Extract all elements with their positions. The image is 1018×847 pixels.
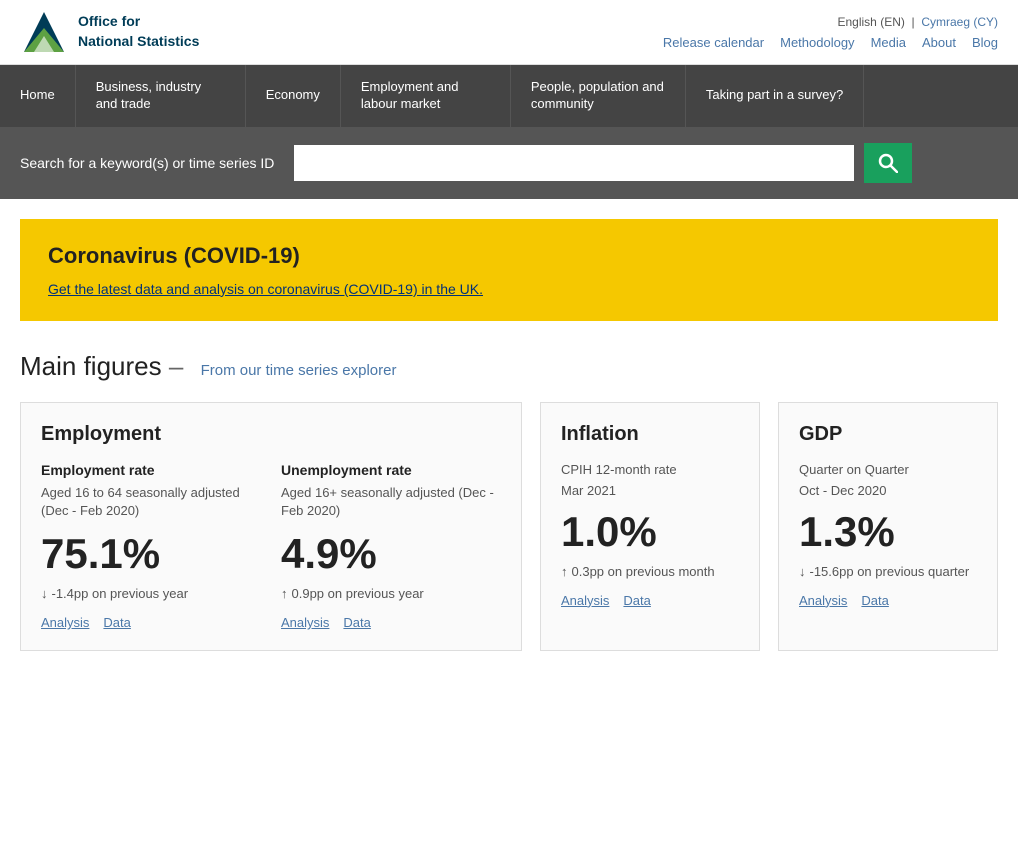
main-figures-section: Main figures – From our time series expl… xyxy=(0,341,1018,671)
language-switcher: English (EN) | Cymraeg (CY) xyxy=(663,15,998,29)
nav-item-people[interactable]: People, population and community xyxy=(511,65,686,127)
ons-logo-icon xyxy=(20,8,68,56)
search-input-wrap xyxy=(294,145,854,181)
covid-title: Coronavirus (COVID-19) xyxy=(48,243,970,269)
covid-banner: Coronavirus (COVID-19) Get the latest da… xyxy=(20,219,998,321)
inflation-arrow: ↑ xyxy=(561,564,568,579)
unemployment-rate-change: ↑ 0.9pp on previous year xyxy=(281,586,501,601)
nav-item-survey[interactable]: Taking part in a survey? xyxy=(686,65,864,127)
logo-text: Office for National Statistics xyxy=(78,12,199,51)
gdp-value: 1.3% xyxy=(799,508,977,556)
employment-rate-links: Analysis Data xyxy=(41,615,261,630)
nav-item-employment[interactable]: Employment and labour market xyxy=(341,65,511,127)
inflation-value: 1.0% xyxy=(561,508,739,556)
inflation-change-text: 0.3pp on previous month xyxy=(572,564,715,579)
employment-rate-desc: Aged 16 to 64 seasonally adjusted (Dec -… xyxy=(41,484,261,520)
employment-rate-arrow: ↓ xyxy=(41,586,48,601)
utility-nav: Release calendar Methodology Media About… xyxy=(663,35,998,50)
employment-cols: Employment rate Aged 16 to 64 seasonally… xyxy=(41,462,501,630)
inflation-card: Inflation CPIH 12-month rate Mar 2021 1.… xyxy=(540,402,760,651)
gdp-analysis-link[interactable]: Analysis xyxy=(799,593,847,608)
top-header: Office for National Statistics English (… xyxy=(0,0,1018,65)
gdp-change: ↓ -15.6pp on previous quarter xyxy=(799,564,977,579)
search-bar: Search for a keyword(s) or time series I… xyxy=(0,127,1018,199)
employment-rate-value: 75.1% xyxy=(41,530,261,578)
inflation-card-title: Inflation xyxy=(561,423,739,446)
employment-rate-col: Employment rate Aged 16 to 64 seasonally… xyxy=(41,462,261,630)
release-calendar-link[interactable]: Release calendar xyxy=(663,35,764,50)
main-nav: Home Business, industry and trade Econom… xyxy=(0,65,1018,127)
gdp-links: Analysis Data xyxy=(799,593,977,608)
unemployment-analysis-link[interactable]: Analysis xyxy=(281,615,329,630)
gdp-card: GDP Quarter on Quarter Oct - Dec 2020 1.… xyxy=(778,402,998,651)
main-figures-title: Main figures – From our time series expl… xyxy=(20,351,998,382)
unemployment-rate-change-text: 0.9pp on previous year xyxy=(292,586,424,601)
gdp-data-link[interactable]: Data xyxy=(861,593,888,608)
inflation-links: Analysis Data xyxy=(561,593,739,608)
employment-rate-change-text: -1.4pp on previous year xyxy=(52,586,189,601)
search-input[interactable] xyxy=(294,145,854,181)
gdp-arrow: ↓ xyxy=(799,564,806,579)
covid-link[interactable]: Get the latest data and analysis on coro… xyxy=(48,281,483,297)
unemployment-rate-value: 4.9% xyxy=(281,530,501,578)
employment-data-link[interactable]: Data xyxy=(103,615,130,630)
gdp-change-text: -15.6pp on previous quarter xyxy=(810,564,970,579)
cards-row: Employment Employment rate Aged 16 to 64… xyxy=(20,402,998,651)
blog-link[interactable]: Blog xyxy=(972,35,998,50)
unemployment-data-link[interactable]: Data xyxy=(343,615,370,630)
media-link[interactable]: Media xyxy=(871,35,906,50)
unemployment-rate-col: Unemployment rate Aged 16+ seasonally ad… xyxy=(281,462,501,630)
lang-welsh-link[interactable]: Cymraeg (CY) xyxy=(921,15,998,29)
employment-rate-change: ↓ -1.4pp on previous year xyxy=(41,586,261,601)
employment-analysis-link[interactable]: Analysis xyxy=(41,615,89,630)
unemployment-rate-links: Analysis Data xyxy=(281,615,501,630)
search-icon xyxy=(878,153,898,173)
search-label: Search for a keyword(s) or time series I… xyxy=(20,155,274,171)
about-link[interactable]: About xyxy=(922,35,956,50)
search-button[interactable] xyxy=(864,143,912,183)
inflation-date: Mar 2021 xyxy=(561,483,739,498)
lang-english: English (EN) xyxy=(838,15,905,29)
logo-area: Office for National Statistics xyxy=(20,8,199,56)
inflation-analysis-link[interactable]: Analysis xyxy=(561,593,609,608)
unemployment-rate-desc: Aged 16+ seasonally adjusted (Dec - Feb … xyxy=(281,484,501,520)
nav-item-economy[interactable]: Economy xyxy=(246,65,341,127)
nav-item-business[interactable]: Business, industry and trade xyxy=(76,65,246,127)
gdp-stat-label: Quarter on Quarter xyxy=(799,462,977,477)
gdp-date: Oct - Dec 2020 xyxy=(799,483,977,498)
employment-card: Employment Employment rate Aged 16 to 64… xyxy=(20,402,522,651)
inflation-stat-label: CPIH 12-month rate xyxy=(561,462,739,477)
employment-card-title: Employment xyxy=(41,423,501,446)
inflation-data-link[interactable]: Data xyxy=(623,593,650,608)
unemployment-rate-arrow: ↑ xyxy=(281,586,288,601)
employment-rate-label: Employment rate xyxy=(41,462,261,478)
top-right-nav: English (EN) | Cymraeg (CY) Release cale… xyxy=(663,15,998,50)
time-series-explorer-link[interactable]: From our time series explorer xyxy=(201,362,397,379)
nav-item-home[interactable]: Home xyxy=(0,65,76,127)
methodology-link[interactable]: Methodology xyxy=(780,35,854,50)
unemployment-rate-label: Unemployment rate xyxy=(281,462,501,478)
inflation-change: ↑ 0.3pp on previous month xyxy=(561,564,739,579)
gdp-card-title: GDP xyxy=(799,423,977,446)
